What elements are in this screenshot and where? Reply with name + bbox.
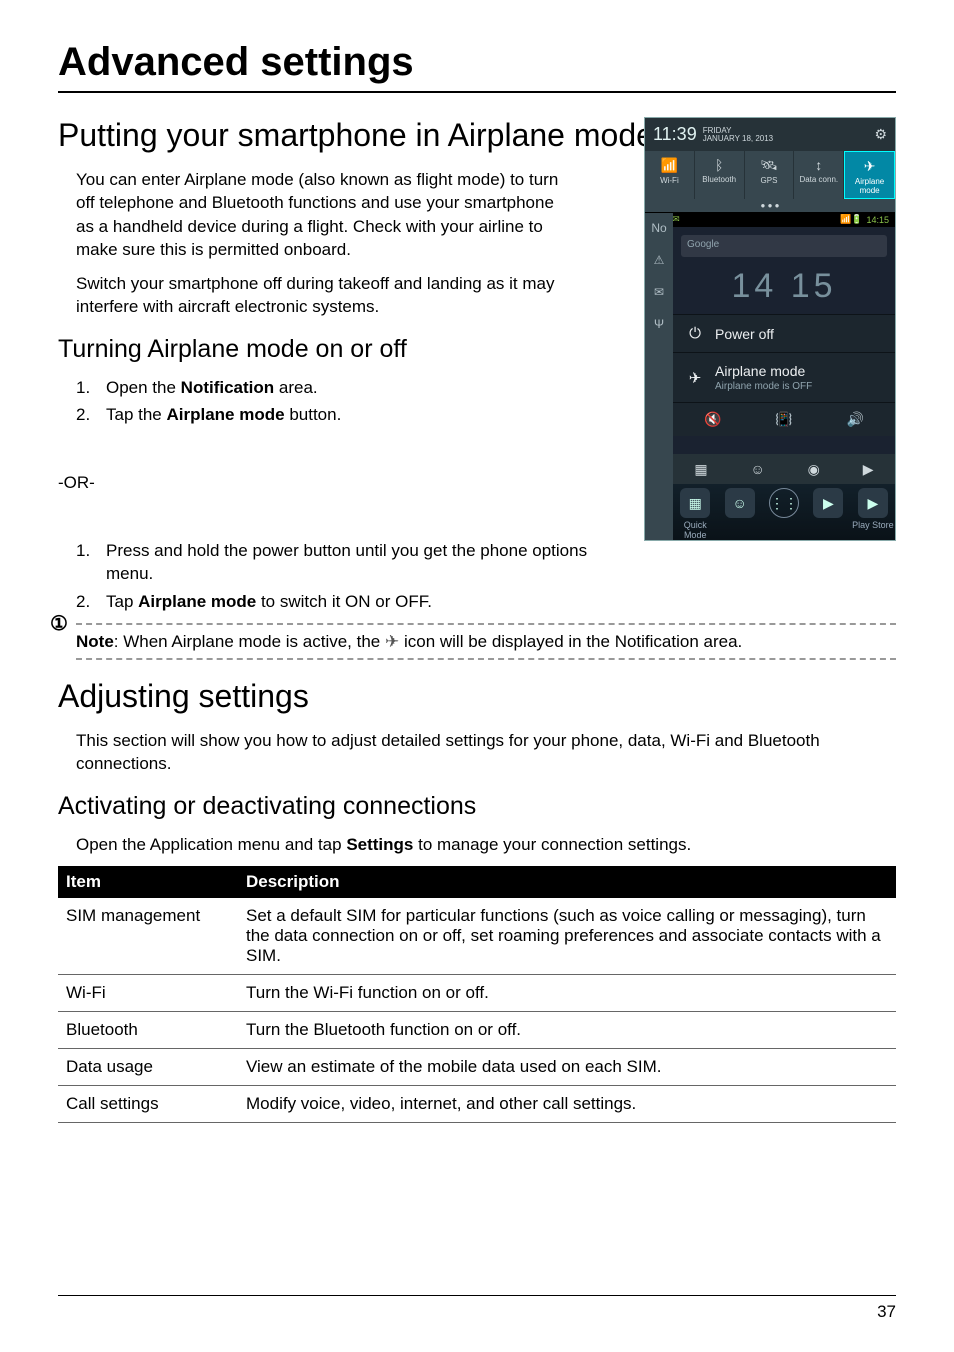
step-tap-airplane: Tap the Airplane mode button. bbox=[76, 403, 896, 426]
dock-app-2[interactable]: ☺ bbox=[717, 488, 761, 520]
mail-icon: ✉ bbox=[654, 285, 664, 299]
page-number: 37 bbox=[877, 1302, 896, 1321]
note-alert-icon: ① bbox=[50, 611, 68, 636]
airplane-steps-2: Press and hold the power button until yo… bbox=[76, 539, 596, 613]
note-text: Note: When Airplane mode is active, the … bbox=[76, 627, 896, 656]
activating-para: Open the Application menu and tap Settin… bbox=[76, 833, 896, 856]
activating-subheading: Activating or deactivating connections bbox=[58, 792, 896, 821]
settings-icon[interactable]: ⚙ bbox=[874, 126, 887, 143]
dock-play-store[interactable]: ▶Play Store bbox=[851, 488, 895, 530]
step-tap-airplane-2: Tap Airplane mode to switch it ON or OFF… bbox=[76, 590, 596, 613]
page-title: Advanced settings bbox=[58, 40, 896, 85]
notif-date: FRIDAYJANUARY 18, 2013 bbox=[703, 127, 773, 143]
note-rule-top bbox=[76, 623, 896, 625]
notif-header: 11:39 FRIDAYJANUARY 18, 2013 ⚙ bbox=[645, 118, 895, 151]
airplane-inline-icon: ✈ bbox=[385, 631, 399, 654]
col-desc-header: Description bbox=[238, 866, 896, 898]
page-footer: 37 bbox=[58, 1295, 896, 1322]
adjusting-para: This section will show you how to adjust… bbox=[76, 729, 896, 776]
usb-icon: Ψ bbox=[654, 317, 664, 331]
section-adjusting-heading: Adjusting settings bbox=[58, 678, 896, 715]
table-row: SIM managementSet a default SIM for part… bbox=[58, 898, 896, 975]
menu-power-off[interactable]: ⏻ Power off bbox=[673, 314, 895, 352]
toggle-gps[interactable]: 🛰GPS bbox=[745, 151, 795, 199]
dock: ▦Quick Mode ☺ ⋮⋮ ▶ ▶Play Store bbox=[673, 484, 895, 540]
step-open-notification: Open the Notification area. bbox=[76, 376, 896, 399]
note-rule-bottom bbox=[76, 658, 896, 660]
toggle-airplane[interactable]: ✈Airplane mode bbox=[844, 151, 895, 199]
android-status-bar: ⚠?✉ 📶🔋 14:15 bbox=[645, 212, 895, 227]
lockscreen-clock: 14 15 bbox=[673, 263, 895, 314]
dock-quick-mode[interactable]: ▦Quick Mode bbox=[673, 488, 717, 540]
table-row: Data usageView an estimate of the mobile… bbox=[58, 1049, 896, 1086]
quick-toggles: 📶Wi-Fi ᛒBluetooth 🛰GPS ↕Data conn. ✈Airp… bbox=[645, 151, 895, 199]
table-row: BluetoothTurn the Bluetooth function on … bbox=[58, 1012, 896, 1049]
col-item-header: Item bbox=[58, 866, 238, 898]
note-block: ① Note: When Airplane mode is active, th… bbox=[58, 623, 896, 660]
homescreen-row: ▦☺◉▶ bbox=[673, 454, 895, 484]
table-row: Wi-FiTurn the Wi-Fi function on or off. bbox=[58, 975, 896, 1012]
step-hold-power: Press and hold the power button until yo… bbox=[76, 539, 596, 586]
table-row: Call settingsModify voice, video, intern… bbox=[58, 1086, 896, 1123]
warning-icon: ⚠ bbox=[654, 253, 665, 267]
title-rule bbox=[58, 91, 896, 93]
page-dots: ● ● ● bbox=[645, 199, 895, 212]
dock-app-4[interactable]: ▶ bbox=[806, 488, 850, 520]
toggle-data[interactable]: ↕Data conn. bbox=[794, 151, 844, 199]
dock-apps[interactable]: ⋮⋮ bbox=[762, 488, 806, 520]
connections-table: Item Description SIM managementSet a def… bbox=[58, 866, 896, 1123]
airplane-para-1: You can enter Airplane mode (also known … bbox=[76, 168, 576, 262]
airplane-para-2: Switch your smartphone off during takeof… bbox=[76, 272, 576, 319]
phone-screenshot: 11:39 FRIDAYJANUARY 18, 2013 ⚙ 📶Wi-Fi ᛒB… bbox=[644, 117, 896, 541]
toggle-wifi[interactable]: 📶Wi-Fi bbox=[645, 151, 695, 199]
toggle-bluetooth[interactable]: ᛒBluetooth bbox=[695, 151, 745, 199]
notif-time: 11:39 bbox=[653, 124, 697, 145]
power-icon: ⏻ bbox=[687, 325, 703, 342]
google-search[interactable]: Google bbox=[681, 235, 887, 257]
